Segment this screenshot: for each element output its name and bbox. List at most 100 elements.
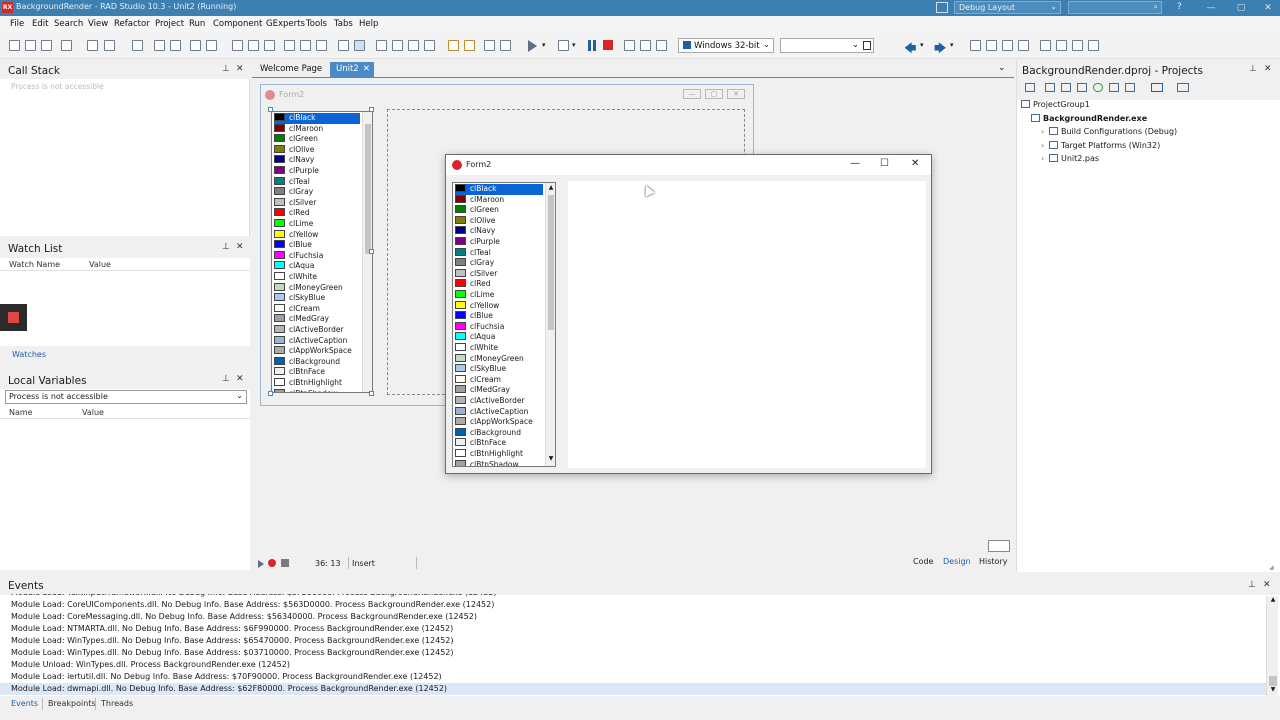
form-preview-icon[interactable] [988,540,1010,552]
open-icon[interactable] [25,40,36,51]
running-color-item[interactable]: clActiveCaption [455,406,543,418]
lock-controls-icon[interactable] [500,40,511,51]
events-scrollbar[interactable]: ▲ ▼ [1266,596,1278,696]
new-icon[interactable] [9,40,20,51]
designer-color-item[interactable]: clRed [274,208,360,219]
layout-combo[interactable]: Debug Layout ⌄ [954,1,1061,14]
paint-area[interactable] [568,181,926,468]
menu-view[interactable]: View [88,19,108,29]
pause-icon[interactable] [588,40,591,51]
running-color-item[interactable]: clMaroon [455,194,543,206]
menu-refactor[interactable]: Refactor [114,19,150,29]
bring-front-icon[interactable] [448,40,459,51]
play-macro-icon[interactable] [258,560,264,568]
designer-color-item[interactable]: clYellow [274,229,360,241]
maximize-icon[interactable]: ☐ [880,158,889,169]
run-without-debug-icon[interactable] [558,40,569,51]
watch-col-name[interactable]: Watch Name [9,260,60,269]
designer-color-item[interactable]: clTeal [274,176,360,188]
close-icon[interactable]: ✕ [236,374,244,384]
stop-debug-float[interactable] [0,304,27,331]
events-log[interactable]: Module Load: TextInputFramework.dll. No … [0,594,1268,696]
scale-icon[interactable] [424,40,435,51]
event-log-line[interactable]: Module Unload: WinTypes.dll. Process Bac… [0,659,1268,671]
sync-icon[interactable] [1025,83,1035,92]
designer-color-item[interactable]: clBtnHighlight [274,378,360,389]
maximize-icon[interactable]: ▢ [1226,0,1256,16]
pin-icon[interactable]: ⊥ [222,242,230,252]
designer-color-item[interactable]: clWhite [274,272,360,283]
back-arrow-icon[interactable]: 🡄 [904,39,916,60]
close-icon[interactable]: ✕ [1253,0,1280,16]
menu-edit[interactable]: Edit [32,19,48,29]
selection-handle[interactable] [369,249,374,254]
save-all-icon[interactable] [41,40,52,51]
designer-color-item[interactable]: clOlive [274,144,360,156]
scroll-down-icon[interactable]: ▼ [546,455,555,462]
chevron-down-icon[interactable]: ▾ [950,41,954,49]
local-vars-combo[interactable]: Process is not accessible ⌄ [5,390,247,404]
menu-component[interactable]: Component [213,19,262,29]
align-grid-icon[interactable] [338,40,349,51]
pin-icon[interactable]: ⊥ [1248,580,1256,590]
event-log-line[interactable]: Module Load: NTMARTA.dll. No Debug Info.… [0,623,1268,635]
tab-breakpoints[interactable]: Breakpoints [48,699,96,708]
project-tree-item[interactable]: ProjectGroup1 [1021,100,1090,109]
event-log-line[interactable]: Module Load: CoreUIComponents.dll. No De… [0,599,1268,611]
menu-gexperts[interactable]: GExperts [266,19,305,29]
send-back-icon[interactable] [464,40,475,51]
designer-color-item[interactable]: clBtnFace [274,367,360,378]
menu-help[interactable]: Help [359,19,378,29]
running-color-item[interactable]: clMoneyGreen [455,353,543,365]
options-icon[interactable] [1109,83,1119,92]
align-right-icon[interactable] [264,40,275,51]
running-color-item[interactable]: clAqua [455,332,543,343]
close-icon[interactable]: ✕ [363,64,370,74]
running-color-item[interactable]: clPurple [455,237,543,248]
event-log-line[interactable]: Module Load: WinTypes.dll. No Debug Info… [0,647,1268,659]
selection-handle[interactable] [369,391,374,396]
event-log-line[interactable]: Module Load: dwmapi.dll. No Debug Info. … [0,683,1268,695]
help-icon[interactable]: ? [1177,2,1182,12]
designer-color-item[interactable]: clFuchsia [274,250,360,262]
space-vertical-icon[interactable] [392,40,403,51]
selection-handle[interactable] [369,107,374,112]
menu-tabs[interactable]: Tabs [334,19,353,29]
open-file-icon[interactable] [190,40,201,51]
align-tool-7-icon[interactable] [1072,40,1083,51]
view-tab-code[interactable]: Code [913,557,933,566]
align-center-icon[interactable] [248,40,259,51]
scroll-up-icon[interactable]: ▲ [1267,596,1279,603]
align-middle-icon[interactable] [300,40,311,51]
close-icon[interactable]: ✕ [911,158,919,169]
running-color-item[interactable]: clOlive [455,215,543,227]
view-tab-design[interactable]: Design [943,557,971,566]
designer-color-item[interactable]: clBlack [274,113,360,124]
chevron-right-icon[interactable]: › [1041,141,1049,150]
event-log-line[interactable]: Module Load: CoreMessaging.dll. No Debug… [0,611,1268,623]
chevron-right-icon[interactable]: › [1041,127,1049,136]
project-tree-item[interactable]: › Unit2.pas [1041,154,1099,163]
view-tab-history[interactable]: History [979,557,1007,566]
event-log-line[interactable]: Module Load: iertutil.dll. No Debug Info… [0,671,1268,683]
pin-icon[interactable]: ⊥ [222,374,230,384]
locals-col-value[interactable]: Value [82,408,104,417]
forward-arrow-icon[interactable]: 🡆 [934,39,946,60]
component-icon[interactable] [484,40,495,51]
build-icon[interactable] [1151,83,1163,92]
designer-color-item[interactable]: clMedGray [274,314,360,325]
designer-color-item[interactable]: clMaroon [274,123,360,135]
scroll-up-icon[interactable]: ▲ [546,184,555,191]
open-folder-icon[interactable] [104,40,115,51]
running-color-item[interactable]: clSilver [455,268,543,280]
tab-unit2[interactable]: Unit2 ✕ [330,62,374,77]
align-top-icon[interactable] [284,40,295,51]
running-color-item[interactable]: clRed [455,279,543,290]
display-icon[interactable] [1177,83,1189,92]
pin-icon[interactable]: ⊥ [1249,64,1257,74]
running-color-item[interactable]: clBtnShadow [455,459,543,466]
designer-color-item[interactable]: clPurple [274,166,360,177]
running-color-item[interactable]: clNavy [455,226,543,237]
add-icon[interactable] [1045,83,1055,92]
close-icon[interactable]: ✕ [1263,580,1271,590]
